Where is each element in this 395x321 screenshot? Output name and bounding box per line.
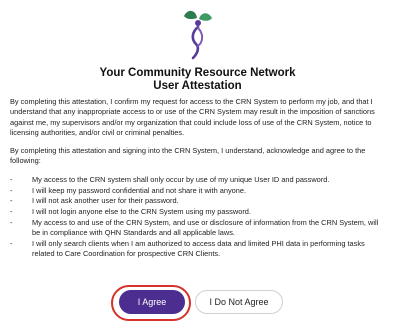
list-item: - My access to and use of the CRN System,… (10, 217, 379, 238)
attestation-text: By completing this attestation, I confir… (10, 97, 388, 260)
list-item: - My access to the CRN system shall only … (10, 174, 330, 184)
action-buttons: I Agree I Do Not Agree (0, 285, 395, 321)
page-title: Your Community Resource Network User Att… (0, 67, 395, 93)
intro-paragraph: By completing this attestation, I confir… (10, 97, 375, 137)
list-item: -I will only search clients when I am au… (10, 239, 365, 259)
crn-logo (0, 6, 395, 62)
do-not-agree-button[interactable]: I Do Not Agree (195, 290, 283, 314)
title-line-1: Your Community Resource Network (99, 67, 296, 79)
attestation-list: - My access to the CRN system shall only … (10, 175, 388, 260)
agreement-paragraph: By completing this attestation and signi… (10, 146, 366, 166)
crn-figure-leaf-icon (183, 10, 212, 60)
agree-button[interactable]: I Agree (119, 290, 185, 314)
list-item: -I will not login anyone else to the CRN… (10, 207, 251, 217)
list-item: -I will not ask another user for their p… (10, 196, 179, 206)
title-line-2: User Attestation (153, 80, 242, 92)
list-item: -I will keep my password confidential an… (10, 185, 247, 195)
